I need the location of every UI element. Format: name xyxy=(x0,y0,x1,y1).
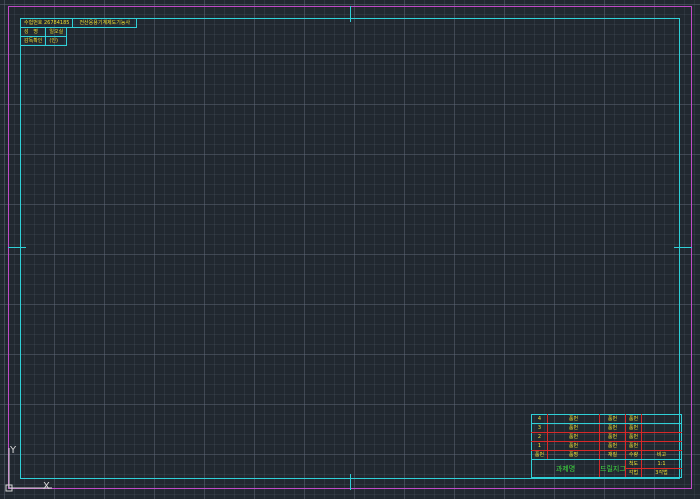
part-qty: 품번 xyxy=(625,423,642,433)
exam-number-label: 수험번호 xyxy=(24,20,43,26)
header-note: 비고 xyxy=(641,450,682,460)
exam-title-cell: 전산응용기계제도기능사 xyxy=(72,18,138,28)
center-mark-bottom xyxy=(350,474,351,490)
parts-row: 4 품번 품번 품번 xyxy=(531,414,682,424)
drawing-frame-border xyxy=(20,18,680,479)
part-name: 품번 xyxy=(547,423,600,433)
name-label-1: 성 xyxy=(24,29,29,35)
part-name: 품번 xyxy=(547,432,600,442)
parts-header-row: 품번 품명 재질 수량 비고 xyxy=(531,450,682,460)
name-label-2: 명 xyxy=(33,29,38,35)
exam-title: 전산응용기계제도기능사 xyxy=(79,20,131,26)
center-mark-right xyxy=(674,247,692,248)
parts-list-table: 4 품번 품번 품번 3 품번 품번 품번 2 품번 품번 품번 1 품번 품번… xyxy=(531,414,682,478)
part-qty: 품번 xyxy=(625,432,642,442)
name-value: 일오실 xyxy=(49,29,64,35)
part-material: 품번 xyxy=(599,432,626,442)
supervisor-value: (인) xyxy=(49,38,58,44)
ucs-y-label: Y xyxy=(9,445,17,456)
supervisor-label: 감독확인 xyxy=(24,38,43,44)
part-name: 품번 xyxy=(547,441,600,451)
part-note xyxy=(641,432,682,442)
name-supervisor-block: 성 명 일오실 감독확인 (인) xyxy=(19,27,68,46)
header-name: 품명 xyxy=(547,450,600,460)
part-no: 2 xyxy=(531,432,548,442)
part-name: 품번 xyxy=(547,414,600,424)
exam-number: 26784185 xyxy=(44,20,70,26)
ucs-x-label: X xyxy=(43,481,50,492)
part-note xyxy=(641,441,682,451)
projection-value: 3각법 xyxy=(641,468,682,478)
name-label-cell: 성 명 xyxy=(19,27,47,37)
part-no: 3 xyxy=(531,423,548,433)
part-no: 4 xyxy=(531,414,548,424)
part-no: 1 xyxy=(531,441,548,451)
header-material: 재질 xyxy=(599,450,626,460)
part-material: 품번 xyxy=(599,423,626,433)
part-qty: 품번 xyxy=(625,441,642,451)
drawing-canvas[interactable]: 수험번호 26784185 전산응용기계제도기능사 성 명 일오실 감독확인 (… xyxy=(0,0,700,499)
ucs-icon: Y X xyxy=(5,445,52,492)
scale-label: 척도 xyxy=(625,459,642,469)
part-material: 품번 xyxy=(599,414,626,424)
part-material: 품번 xyxy=(599,441,626,451)
name-value-cell: 일오실 xyxy=(45,27,68,37)
supervisor-label-cell: 감독확인 xyxy=(19,36,47,46)
part-qty: 품번 xyxy=(625,414,642,424)
projection-label: 각법 xyxy=(625,468,642,478)
project-label: 과제명 xyxy=(531,459,600,478)
center-mark-top xyxy=(350,6,351,22)
title-row-1: 과제명 드릴지그 척도 1:1 xyxy=(531,459,682,478)
supervisor-value-cell: (인) xyxy=(45,36,68,46)
parts-row: 3 품번 품번 품번 xyxy=(531,423,682,433)
header-qty: 수량 xyxy=(625,450,642,460)
header-no: 품번 xyxy=(531,450,548,460)
parts-row: 1 품번 품번 품번 xyxy=(531,441,682,451)
center-mark-left xyxy=(8,247,26,248)
scale-value: 1:1 xyxy=(641,459,682,469)
project-name: 드릴지그 xyxy=(599,459,626,478)
part-note xyxy=(641,414,682,424)
part-note xyxy=(641,423,682,433)
parts-row: 2 품번 품번 품번 xyxy=(531,432,682,442)
